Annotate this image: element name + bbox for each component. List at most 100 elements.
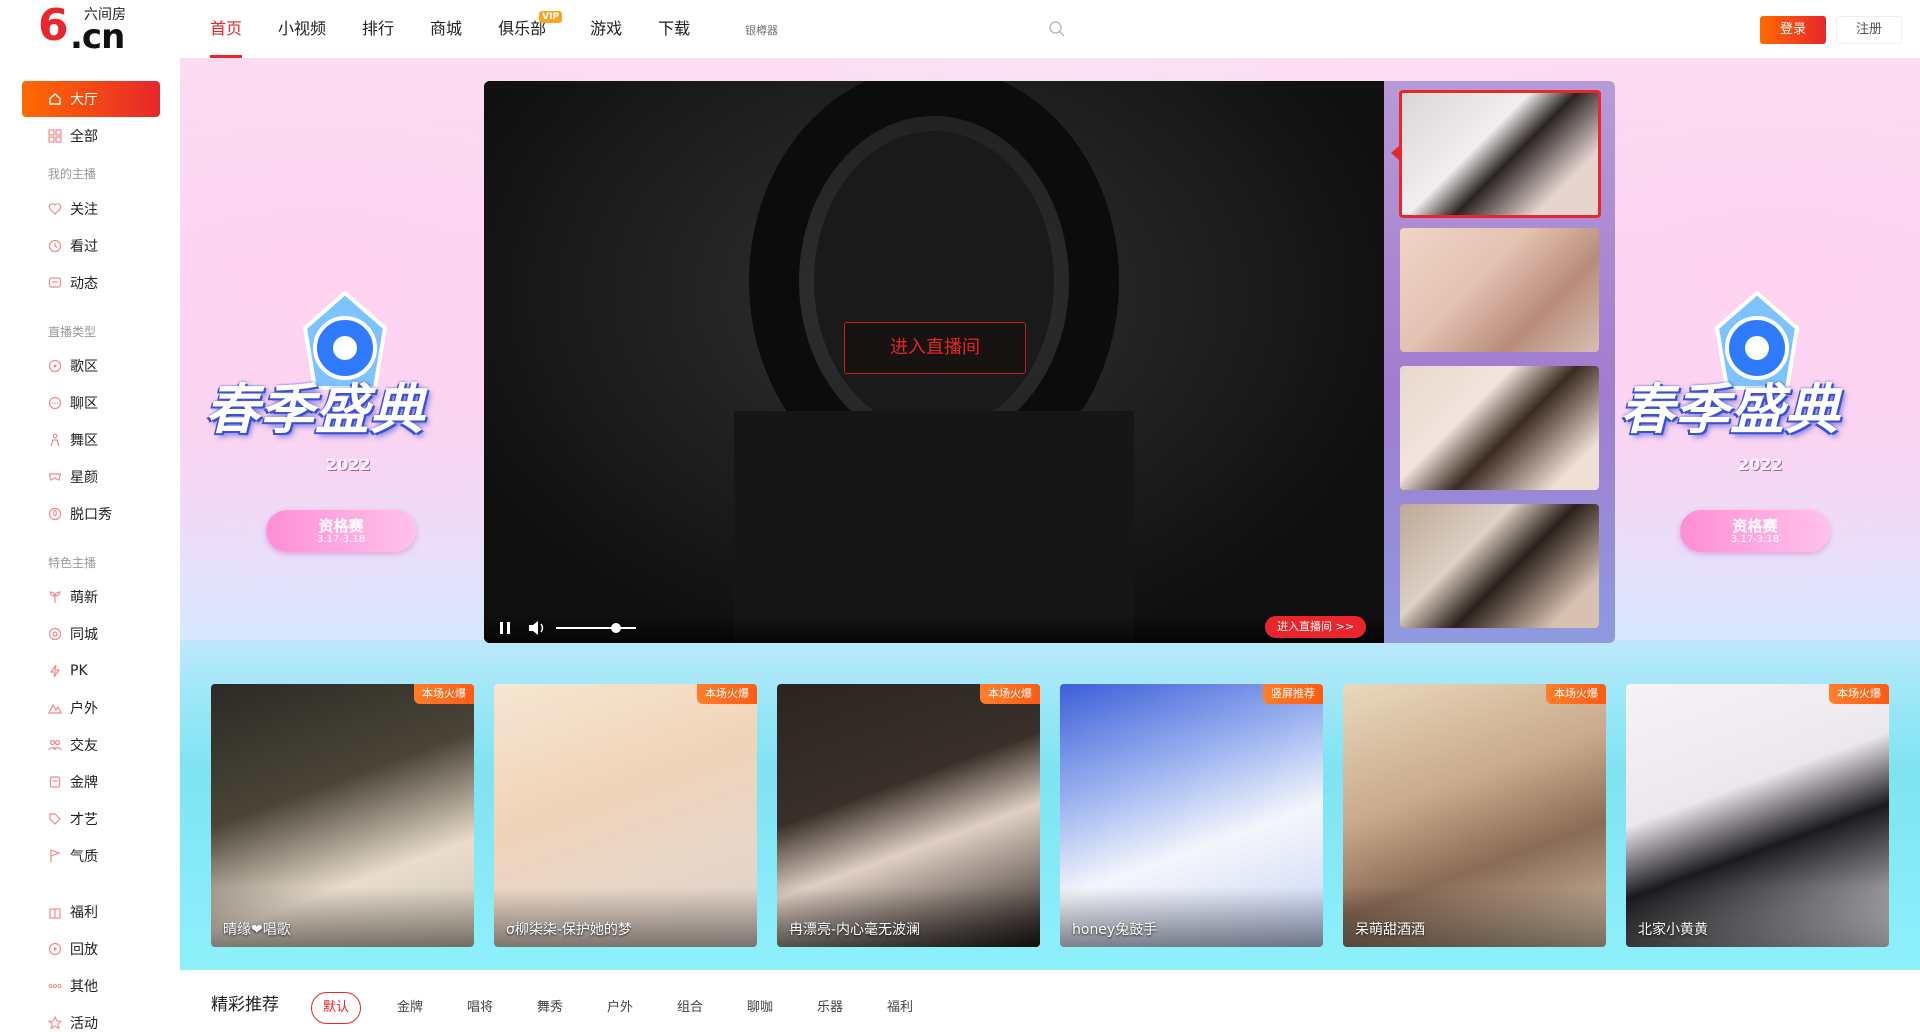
flag-icon [50,849,61,862]
sidebar-item-other[interactable]: 其他 [22,968,160,1004]
card-name: 冉漂亮-内心毫无波澜 [789,922,921,938]
sidebar-item-temperament[interactable]: 气质 [22,838,160,874]
recommend-tab-default[interactable]: 默认 [311,992,361,1024]
sidebar-item-replay[interactable]: 回放 [22,931,160,967]
sidebar-item-label: 脱口秀 [70,507,112,523]
nav-ranking[interactable]: 排行 [362,0,394,58]
volume-slider[interactable] [556,623,636,633]
card-tag: 本场火爆 [414,684,474,704]
card-tag: 本场火爆 [980,684,1040,704]
sidebar-item-pk[interactable]: PK [22,653,160,689]
sidebar-item-friends[interactable]: 交友 [22,727,160,763]
sidebar-item-events[interactable]: 活动 [22,1005,160,1032]
recommend-tab-chat[interactable]: 聊咖 [747,992,773,1024]
volume-icon[interactable] [528,620,546,636]
recommend-tab-singer[interactable]: 唱将 [467,992,493,1024]
sidebar-item-label: 聊区 [70,396,98,412]
pause-icon[interactable] [498,621,512,635]
sidebar-item-label: PK [70,663,88,679]
stream-card[interactable]: 本场火爆 北家小黄黄 [1626,684,1889,947]
stream-thumbnail-list [1384,81,1615,643]
nav-club[interactable]: 俱乐部 VIP [498,0,563,58]
recommend-tab-gold[interactable]: 金牌 [397,992,423,1024]
sidebar-item-history[interactable]: 看过 [22,228,160,264]
heart-icon [48,203,62,215]
card-name: σ柳柒柒-保护她的梦 [506,922,632,938]
recommend-bar: 精彩推荐 默认 金牌 唱将 舞秀 户外 组合 聊咖 乐器 福利 [180,970,1920,1032]
sidebar-item-welfare[interactable]: 福利 [22,894,160,930]
stream-card[interactable]: 本场火爆 呆萌甜酒酒 [1343,684,1606,947]
nav-download[interactable]: 下载 [658,0,690,58]
recommend-tab-dance[interactable]: 舞秀 [537,992,563,1024]
sidebar-item-label: 金牌 [70,775,98,791]
sidebar-item-label: 全部 [70,129,98,145]
section-featured: 特色主播 [48,556,97,570]
card-name: 呆萌甜酒酒 [1355,922,1425,938]
stream-thumbnail[interactable] [1400,366,1599,490]
recommend-title: 精彩推荐 [211,995,279,1015]
sidebar-item-follow[interactable]: 关注 [22,191,160,227]
stream-thumbnail[interactable] [1399,90,1601,218]
recommend-tab-group[interactable]: 组合 [677,992,703,1024]
top-header: 6 六间房 .cn 首页 小视频 排行 商城 俱乐部 VIP 游戏 下载 登录 … [0,0,1920,58]
recommend-tab-outdoor[interactable]: 户外 [607,992,633,1024]
event-pill-label: 资格赛 [318,517,364,535]
sidebar-item-gold[interactable]: 金牌 [22,764,160,800]
volume-knob[interactable] [611,623,621,633]
sidebar: 大厅 全部 我的主播 关注 看过 动态 直播类型 歌区 聊区 舞区 星颜 脱口秀… [0,58,180,1032]
stream-card[interactable]: 本场火爆 晴缘❤唱歌 [211,684,474,947]
nav-home[interactable]: 首页 [210,0,243,58]
sidebar-item-song[interactable]: 歌区 [22,348,160,384]
clock-icon [48,239,62,253]
enter-room-button[interactable]: 进入直播间 [844,322,1026,374]
search-icon[interactable] [1048,20,1066,38]
vip-badge: VIP [539,11,563,23]
stream-card[interactable]: 本场火爆 冉漂亮-内心毫无波澜 [777,684,1040,947]
sidebar-item-outdoor[interactable]: 户外 [22,690,160,726]
nav-games[interactable]: 游戏 [590,0,622,58]
sidebar-item-newbie[interactable]: 萌新 [22,579,160,615]
medal-icon [49,776,61,788]
sidebar-item-hall[interactable]: 大厅 [22,81,160,117]
sidebar-item-feed[interactable]: 动态 [22,265,160,301]
sprout-icon [49,591,61,603]
sidebar-item-label: 才艺 [70,812,98,828]
card-tag: 本场火爆 [1546,684,1606,704]
recommend-tab-instrument[interactable]: 乐器 [817,992,843,1024]
login-button[interactable]: 登录 [1760,16,1826,44]
nav-short-video[interactable]: 小视频 [278,0,326,58]
sidebar-item-star-face[interactable]: 星颜 [22,459,160,495]
sidebar-item-label: 动态 [70,276,98,292]
sidebar-item-label: 户外 [70,701,98,717]
sidebar-item-label: 舞区 [70,433,98,449]
enter-room-small-button[interactable]: 进入直播间 >> [1265,616,1366,638]
card-tag: 本场火爆 [1829,684,1889,704]
search-input[interactable] [745,18,1065,42]
recommend-tab-welfare[interactable]: 福利 [887,992,913,1024]
sidebar-item-label: 气质 [70,849,98,865]
section-live-type: 直播类型 [48,325,97,339]
music-icon [48,359,62,373]
sidebar-item-label: 回放 [70,942,98,958]
active-arrow-icon [1391,146,1399,160]
location-icon [48,627,62,641]
stream-thumbnail[interactable] [1400,228,1599,352]
sidebar-item-all[interactable]: 全部 [22,118,160,154]
stream-card[interactable]: 竖屏推荐 honey兔鼓手 [1060,684,1323,947]
event-title: 春季盛典 [1620,378,1840,441]
sidebar-item-talent[interactable]: 才艺 [22,801,160,837]
player-controls: 进入直播间 >> [484,613,1384,643]
mic-icon [48,507,62,521]
register-button[interactable]: 注册 [1836,16,1902,44]
stream-card[interactable]: 本场火爆 σ柳柒柒-保护她的梦 [494,684,757,947]
nav-mall[interactable]: 商城 [430,0,462,58]
sidebar-item-talk-show[interactable]: 脱口秀 [22,496,160,532]
sidebar-item-local[interactable]: 同城 [22,616,160,652]
sidebar-item-dance[interactable]: 舞区 [22,422,160,458]
site-logo[interactable]: 6 六间房 .cn [38,4,138,55]
event-title: 春季盛典 [205,378,425,441]
live-video-player[interactable]: 进入直播间 进入直播间 >> [484,81,1384,643]
sidebar-item-chat[interactable]: 聊区 [22,385,160,421]
stream-thumbnail[interactable] [1400,504,1599,628]
tag-icon [49,813,61,825]
